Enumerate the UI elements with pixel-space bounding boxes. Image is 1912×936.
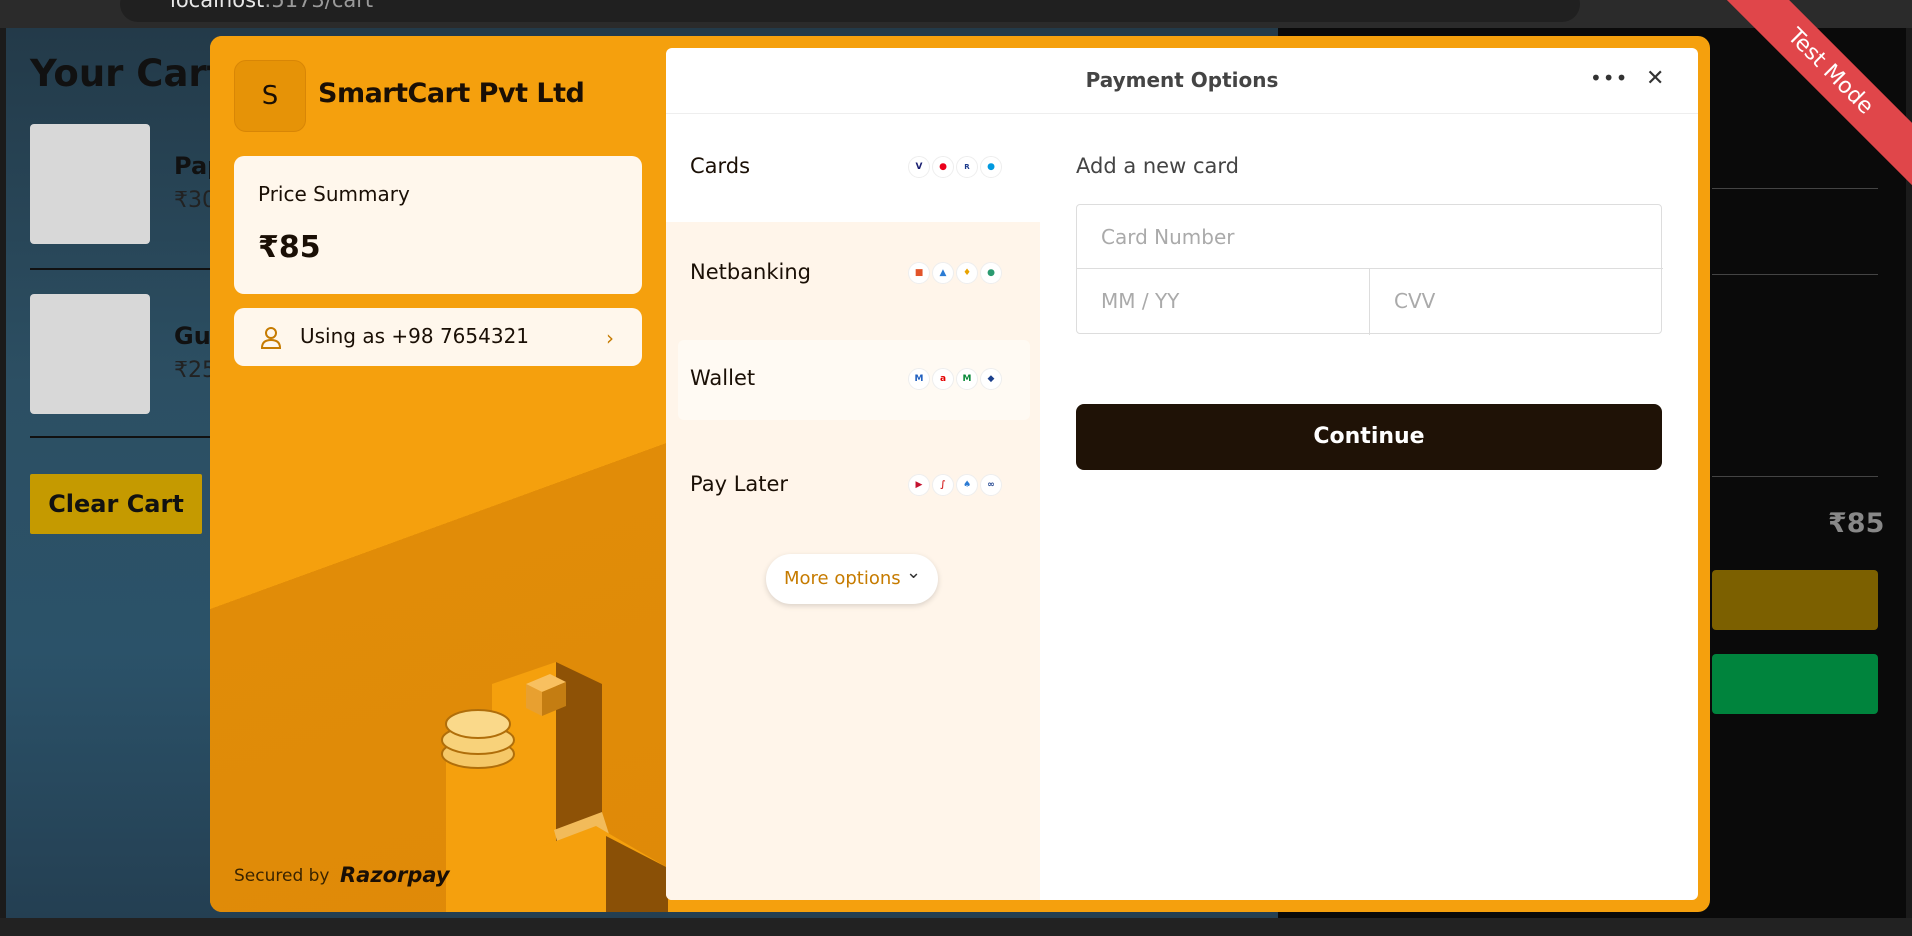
card-number-field[interactable]: Card Number (1077, 205, 1663, 269)
price-summary-label: Price Summary (258, 182, 410, 206)
divider (1712, 188, 1878, 189)
mobikwik-icon: M (908, 368, 930, 390)
method-cards[interactable]: Cards V ● R ● (678, 128, 1030, 208)
card-input-group: Card Number MM / YY CVV (1076, 204, 1663, 335)
paylater-icon: ♠ (956, 474, 978, 496)
more-menu-icon[interactable]: ••• (1590, 66, 1628, 90)
cvv-field[interactable]: CVV (1370, 269, 1662, 335)
razorpay-logo: Razorpay (340, 863, 450, 887)
divider (30, 436, 230, 438)
divider (1712, 274, 1878, 275)
payment-options-panel: Payment Options ••• ✕ Cards V ● R ● Netb… (666, 48, 1698, 900)
bank-icon: ■ (908, 262, 930, 284)
divider (30, 268, 230, 270)
user-contact-text: Using as +98 7654321 (300, 324, 530, 348)
method-netbanking[interactable]: Netbanking ■ ▲ ♦ ● (678, 234, 1030, 314)
maestro-icon: ● (980, 156, 1002, 178)
merchant-name: SmartCart Pvt Ltd (318, 78, 585, 109)
bank-icon: ▲ (932, 262, 954, 284)
chevron-right-icon: › (606, 326, 614, 350)
payment-methods-list: Cards V ● R ● Netbanking ■ ▲ ♦ ● Wallet (666, 114, 1040, 900)
order-total: ₹85 (1828, 508, 1885, 539)
wallet-shield-icon: ◆ (980, 368, 1002, 390)
item-name: Gu (174, 322, 211, 350)
mastercard-icon: ● (932, 156, 954, 178)
paylater-icon: ▶ (908, 474, 930, 496)
address-bar[interactable]: localhost:5173/cart (120, 0, 1580, 22)
form-title: Add a new card (1076, 154, 1239, 178)
panel-header: Payment Options ••• ✕ (666, 48, 1698, 114)
product-image-guava (30, 294, 150, 414)
continue-button[interactable]: Continue (1076, 404, 1662, 470)
expiry-field[interactable]: MM / YY (1077, 269, 1369, 335)
product-image-papaya (30, 124, 150, 244)
wallet-m-icon: M (956, 368, 978, 390)
method-label: Netbanking (690, 260, 812, 284)
bank-icon: ♦ (956, 262, 978, 284)
cvv-placeholder: CVV (1394, 289, 1436, 313)
checkout-button[interactable] (1712, 570, 1878, 630)
method-wallet[interactable]: Wallet M a M ◆ (678, 340, 1030, 420)
chevron-down-icon: ⌄ (906, 562, 922, 583)
pay-button[interactable] (1712, 654, 1878, 714)
method-label: Wallet (690, 366, 756, 390)
method-label: Pay Later (690, 472, 789, 496)
taskbar (0, 918, 1912, 936)
url-path: :5173/cart (264, 0, 374, 12)
more-options-button[interactable]: More options ⌄ (766, 554, 938, 604)
close-icon[interactable]: ✕ (1646, 66, 1664, 91)
method-pay-later[interactable]: Pay Later ▶ ∫ ♠ ∞ (678, 446, 1030, 526)
more-options-label: More options (784, 568, 901, 589)
card-number-placeholder: Card Number (1101, 225, 1235, 249)
paylater-icon: ∫ (932, 474, 954, 496)
method-label: Cards (690, 154, 751, 178)
visa-icon: V (908, 156, 930, 178)
secured-by-label: Secured by (234, 866, 330, 886)
paylater-icon: ∞ (980, 474, 1002, 496)
merchant-panel: S SmartCart Pvt Ltd Price Summary ₹85 Us… (210, 36, 668, 912)
user-icon (260, 327, 282, 349)
divider (1712, 476, 1878, 477)
page-title: Your Cart (30, 52, 225, 95)
checkout-modal: S SmartCart Pvt Ltd Price Summary ₹85 Us… (210, 36, 1710, 912)
url-host: localhost (170, 0, 265, 12)
user-contact-row[interactable]: Using as +98 7654321 › (234, 308, 642, 366)
browser-toolbar: localhost:5173/cart (0, 0, 1912, 28)
bank-icon: ● (980, 262, 1002, 284)
merchant-logo: S (234, 60, 306, 132)
price-summary-amount: ₹85 (258, 230, 321, 265)
price-summary-card: Price Summary ₹85 (234, 156, 642, 294)
panel-title: Payment Options (1085, 68, 1279, 92)
expiry-placeholder: MM / YY (1101, 289, 1180, 313)
clear-cart-button[interactable]: Clear Cart (30, 474, 202, 534)
airtel-icon: a (932, 368, 954, 390)
rupay-icon: R (956, 156, 978, 178)
